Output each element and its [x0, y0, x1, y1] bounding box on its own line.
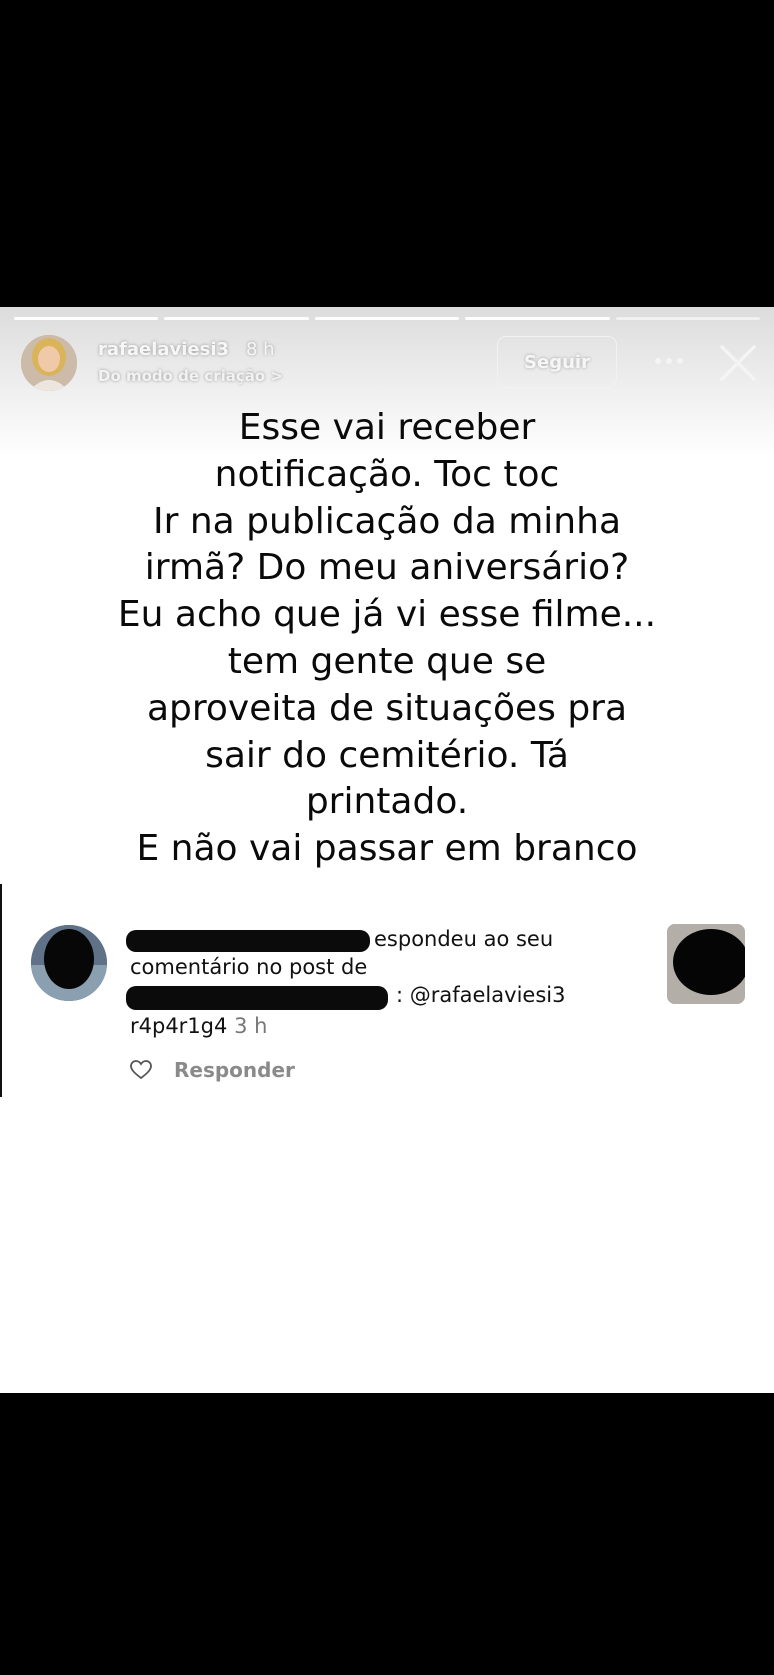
caption-line: tem gente que se [227, 640, 547, 682]
caption-line: irmã? Do meu aniversário? [144, 547, 630, 589]
black-bar-bottom [0, 1393, 774, 1675]
black-bar-top [0, 0, 774, 307]
commenter-avatar[interactable] [31, 925, 107, 1001]
notification-edge [0, 884, 2, 1097]
reply-button[interactable]: Responder [174, 1058, 295, 1082]
story-username[interactable]: rafaelaviesi3 [98, 339, 229, 360]
story-time: 8 h [246, 339, 275, 360]
caption-line: Eu acho que já vi esse filme... [117, 594, 657, 636]
caption-line: notificação. Toc toc [214, 453, 560, 495]
caption-line: E não vai passar em branco [136, 828, 638, 870]
progress-segment [164, 317, 309, 320]
more-horizontal-icon[interactable] [650, 349, 688, 373]
profile-avatar[interactable] [21, 335, 77, 391]
follow-button[interactable]: Seguir [497, 336, 617, 388]
mention-handle[interactable]: r4p4r1g4 [130, 1014, 227, 1038]
notification-time: 3 h [234, 1014, 268, 1038]
progress-segment [14, 317, 159, 320]
avatar-photo-redacted [31, 925, 107, 1001]
avatar-photo [21, 335, 77, 391]
notification-meta: r4p4r1g4 3 h [130, 1014, 267, 1038]
story-screenshot: rafaelaviesi3 8 h Do modo de criação > S… [0, 307, 774, 1393]
progress-segment [465, 317, 610, 320]
redaction-scribble [126, 986, 388, 1010]
caption-line: Ir na publicação da minha [153, 500, 621, 542]
close-icon[interactable] [718, 343, 758, 383]
redaction-scribble [126, 930, 370, 952]
thumbnail-redacted [667, 924, 745, 1004]
progress-segment [314, 317, 460, 320]
progress-segment [615, 317, 761, 320]
heart-outline-icon[interactable] [130, 1060, 152, 1080]
story-progress-bar [14, 317, 761, 320]
caption-line: aproveita de situações pra [146, 687, 628, 729]
caption-line: printado. [305, 781, 469, 823]
notification-line: comentário no post de [130, 955, 368, 979]
notification-actions: Responder [130, 1058, 295, 1082]
caption-line: Esse vai receber [238, 407, 536, 448]
post-thumbnail[interactable] [667, 924, 745, 1004]
story-subtitle-link[interactable]: Do modo de criação > [98, 367, 283, 385]
caption-line: sair do cemitério. Tá [205, 734, 569, 776]
story-caption: Esse vai receber notificação. Toc toc Ir… [60, 405, 714, 873]
